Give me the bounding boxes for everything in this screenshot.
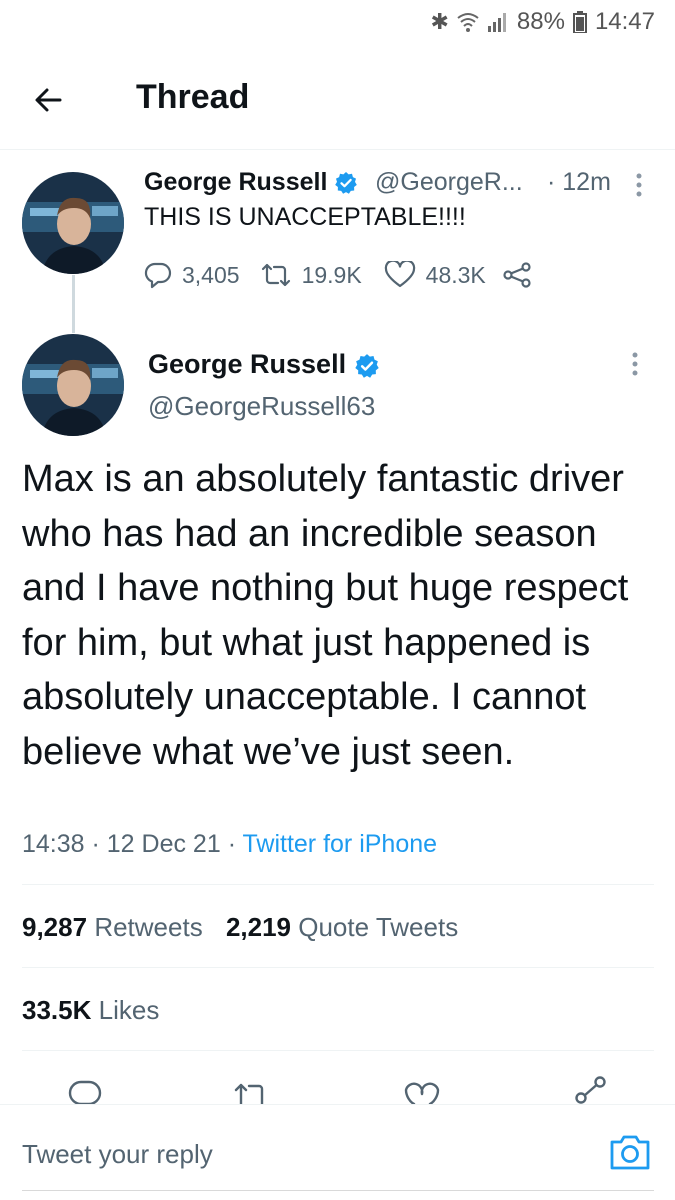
quote-tweets-stat[interactable]: 2,219 Quote Tweets bbox=[226, 912, 458, 942]
tweet-meta: 14:38 · 12 Dec 21 · Twitter for iPhone bbox=[22, 830, 437, 859]
retweet-count: 19.9K bbox=[301, 261, 362, 288]
battery-icon bbox=[572, 11, 587, 33]
page-title: Thread bbox=[136, 78, 250, 116]
more-options-icon[interactable] bbox=[623, 349, 647, 383]
tweet-text: THIS IS UNACCEPTABLE!!!! bbox=[144, 203, 466, 231]
share-button[interactable] bbox=[572, 1068, 612, 1109]
tweet-actions: 3,405 19.9K 48.3K bbox=[144, 258, 532, 292]
arrow-left-icon bbox=[35, 88, 62, 112]
author-name[interactable]: George Russell bbox=[148, 349, 380, 380]
avatar[interactable] bbox=[22, 172, 124, 274]
status-bar: ✱ 88% 14:47 bbox=[0, 0, 675, 46]
author-handle[interactable]: @GeorgeRussell63 bbox=[148, 391, 375, 422]
author-handle[interactable]: @GeorgeR... bbox=[375, 168, 523, 197]
heart-icon bbox=[404, 1082, 440, 1106]
wifi-icon bbox=[457, 12, 479, 32]
retweet-icon bbox=[261, 263, 290, 287]
retweet-button[interactable]: 19.9K bbox=[260, 261, 362, 289]
tweet-text: Max is an absolutely fantastic driver wh… bbox=[22, 458, 629, 773]
reply-button[interactable] bbox=[68, 1068, 102, 1109]
divider bbox=[22, 884, 654, 885]
reply-input[interactable]: Tweet your reply bbox=[22, 1139, 213, 1170]
reply-bar: Tweet your reply bbox=[0, 1104, 675, 1200]
share-icon bbox=[503, 262, 531, 288]
main-tweet-actions bbox=[0, 1068, 675, 1106]
verified-badge-icon bbox=[354, 353, 379, 378]
camera-button[interactable] bbox=[608, 1132, 652, 1177]
tweet-timestamp[interactable]: 14:38 · 12 Dec 21 · bbox=[22, 830, 243, 858]
share-icon bbox=[575, 1076, 606, 1104]
thread-header: Thread bbox=[0, 60, 675, 150]
divider bbox=[22, 967, 654, 968]
like-button[interactable]: 48.3K bbox=[384, 261, 486, 289]
verified-badge-icon bbox=[335, 172, 358, 195]
reply-button[interactable]: 3,405 bbox=[144, 261, 240, 289]
like-button[interactable] bbox=[402, 1068, 442, 1109]
reply-count: 3,405 bbox=[182, 261, 240, 288]
retweets-stat[interactable]: 9,287 Retweets bbox=[22, 912, 203, 942]
more-options-icon[interactable] bbox=[627, 170, 651, 204]
reply-icon bbox=[144, 262, 172, 289]
signal-icon bbox=[487, 12, 509, 32]
author-name[interactable]: George Russell bbox=[144, 168, 358, 197]
retweet-button[interactable] bbox=[232, 1068, 272, 1109]
heart-icon bbox=[384, 261, 415, 288]
retweet-icon bbox=[234, 1083, 264, 1106]
battery-percent: 88% bbox=[516, 8, 565, 35]
bluetooth-icon: ✱ bbox=[430, 9, 449, 34]
tweet-source-link[interactable]: Twitter for iPhone bbox=[243, 830, 438, 858]
back-button[interactable] bbox=[28, 80, 78, 120]
share-button[interactable] bbox=[502, 261, 532, 289]
tweet-stats: 9,287 Retweets 2,219 Quote Tweets bbox=[22, 912, 458, 943]
thread-connector bbox=[72, 275, 75, 333]
tweet-time[interactable]: · 12m bbox=[547, 168, 611, 197]
like-count: 48.3K bbox=[425, 261, 486, 288]
divider bbox=[22, 1190, 654, 1191]
likes-stat[interactable]: 33.5K Likes bbox=[22, 995, 159, 1026]
avatar[interactable] bbox=[22, 334, 124, 436]
clock: 14:47 bbox=[594, 8, 655, 35]
divider bbox=[22, 1050, 654, 1051]
reply-icon bbox=[68, 1080, 102, 1106]
camera-icon bbox=[610, 1135, 650, 1170]
